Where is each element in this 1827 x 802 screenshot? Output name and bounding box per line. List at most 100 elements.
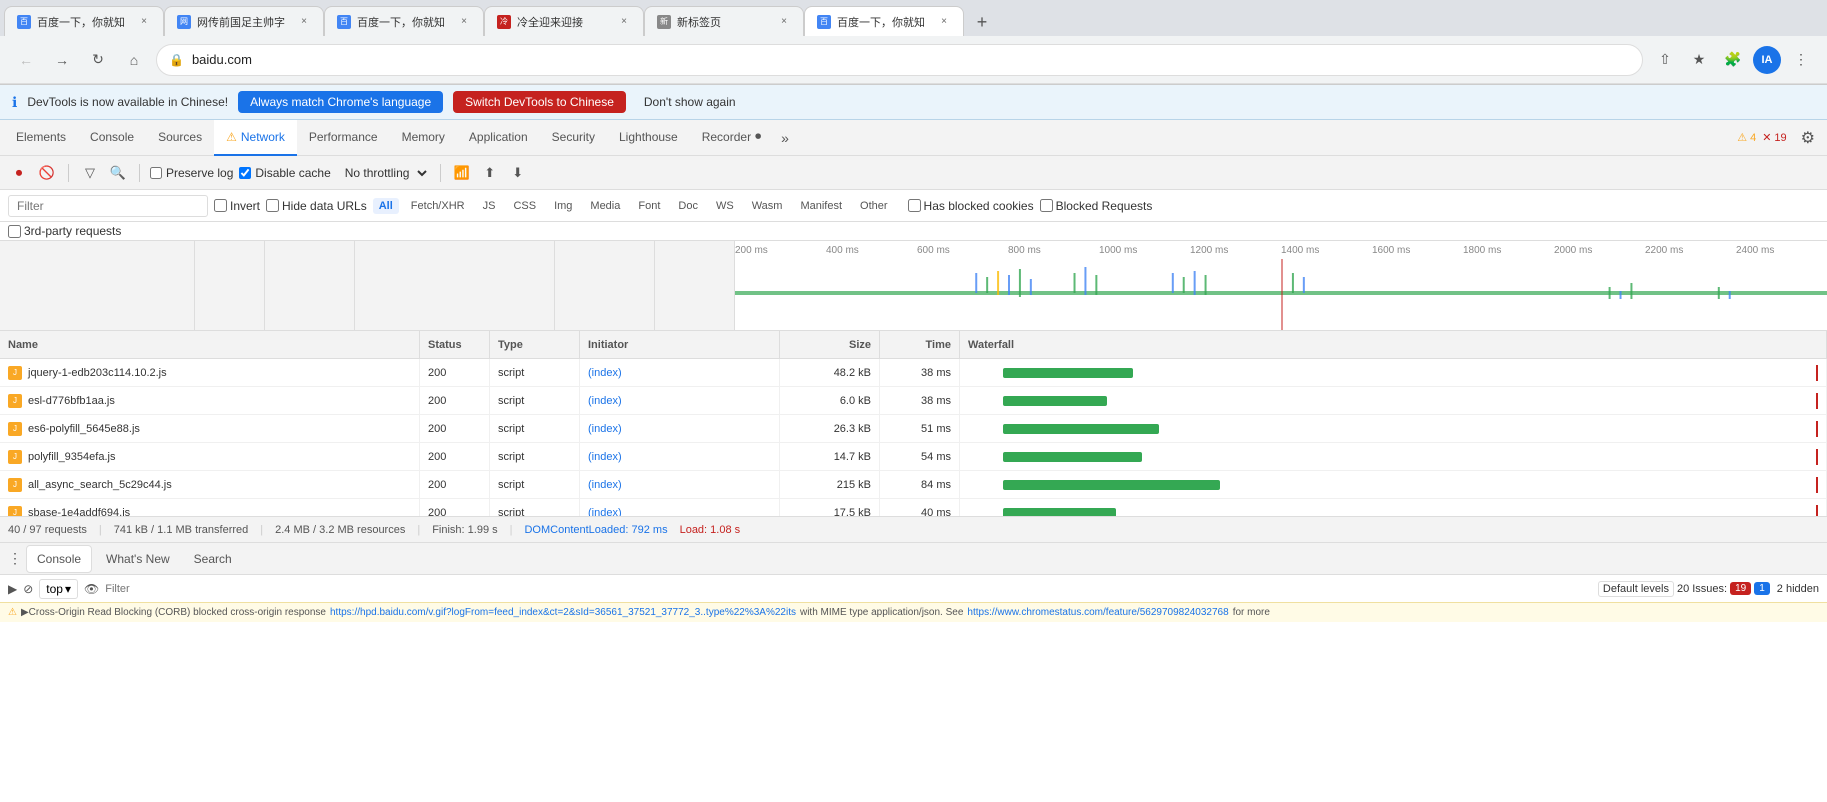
forward-button[interactable]: → xyxy=(48,46,76,74)
reload-button[interactable]: ↻ xyxy=(84,46,112,74)
browser-tab-4[interactable]: 冷 冷全迎来迎接 × xyxy=(484,6,644,36)
bottom-tab-whats-new[interactable]: What's New xyxy=(96,545,180,573)
tab-memory[interactable]: Memory xyxy=(390,120,457,156)
preserve-log-checkbox[interactable] xyxy=(150,167,162,179)
tab-console[interactable]: Console xyxy=(78,120,146,156)
filter-type-css[interactable]: CSS xyxy=(507,198,542,214)
browser-tab-2[interactable]: 网 网传前国足主帅字 × xyxy=(164,6,324,36)
invert-checkbox-label[interactable]: Invert xyxy=(214,199,260,213)
table-row[interactable]: J es6-polyfill_5645e88.js 200 script (in… xyxy=(0,415,1827,443)
new-tab-button[interactable]: + xyxy=(968,8,996,36)
context-selector[interactable]: top ▾ xyxy=(39,579,78,599)
cell-initiator-0: (index) xyxy=(580,359,780,386)
devtools-settings-button[interactable]: ⚙ xyxy=(1793,128,1823,148)
table-row[interactable]: J sbase-1e4addf694.js 200 script (index)… xyxy=(0,499,1827,516)
load-time: Load: 1.08 s xyxy=(680,524,741,536)
col-header-type[interactable]: Type xyxy=(490,331,580,358)
disable-cache-label[interactable]: Disable cache xyxy=(239,166,330,180)
filter-type-media[interactable]: Media xyxy=(584,198,626,214)
bottom-tab-search[interactable]: Search xyxy=(184,545,242,573)
console-bar: ▶ ⊘ top ▾ 👁 Default levels 20 Issues: 19… xyxy=(0,574,1827,602)
console-link-2[interactable]: https://www.chromestatus.com/feature/562… xyxy=(967,607,1228,618)
console-filter-input[interactable] xyxy=(105,583,1592,595)
clear-button[interactable]: 🚫 xyxy=(36,162,58,184)
export-button[interactable]: ⬇ xyxy=(507,162,529,184)
filter-icon-button[interactable]: ▽ xyxy=(79,162,101,184)
switch-language-button[interactable]: Switch DevTools to Chinese xyxy=(453,91,626,113)
search-button[interactable]: 🔍 xyxy=(107,162,129,184)
has-blocked-cookies-label[interactable]: Has blocked cookies xyxy=(908,199,1034,213)
filter-input[interactable] xyxy=(8,195,208,217)
tab-close-2[interactable]: × xyxy=(297,15,311,29)
import-button[interactable]: ⬆ xyxy=(479,162,501,184)
browser-tab-1[interactable]: 百 百度一下，你就知 × xyxy=(4,6,164,36)
share-button[interactable]: ⇧ xyxy=(1651,46,1679,74)
filter-type-wasm[interactable]: Wasm xyxy=(746,198,789,214)
col-header-name[interactable]: Name xyxy=(0,331,420,358)
more-tabs-button[interactable]: » xyxy=(773,130,797,146)
menu-button[interactable]: ⋮ xyxy=(1787,46,1815,74)
throttle-select[interactable]: No throttling xyxy=(337,163,430,183)
col-header-waterfall[interactable]: Waterfall xyxy=(960,331,1827,358)
filter-type-manifest[interactable]: Manifest xyxy=(794,198,848,214)
third-party-checkbox[interactable] xyxy=(8,225,21,238)
filter-type-js[interactable]: JS xyxy=(477,198,502,214)
tab-close-3[interactable]: × xyxy=(457,15,471,29)
filter-type-font[interactable]: Font xyxy=(632,198,666,214)
browser-tab-5[interactable]: 新 新标签页 × xyxy=(644,6,804,36)
third-party-checkbox-label[interactable]: 3rd-party requests xyxy=(8,224,121,238)
filter-type-other[interactable]: Other xyxy=(854,198,894,214)
table-row[interactable]: J esl-d776bfb1aa.js 200 script (index) 6… xyxy=(0,387,1827,415)
tab-elements[interactable]: Elements xyxy=(4,120,78,156)
hide-data-urls-checkbox[interactable] xyxy=(266,199,279,212)
browser-tab-6[interactable]: 百 百度一下，你就知 × xyxy=(804,6,964,36)
tab-close-5[interactable]: × xyxy=(777,15,791,29)
devtools: ℹ DevTools is now available in Chinese! … xyxy=(0,84,1827,802)
filter-type-fetchxhr[interactable]: Fetch/XHR xyxy=(405,198,471,214)
has-blocked-cookies-checkbox[interactable] xyxy=(908,199,921,212)
default-levels-select[interactable]: Default levels xyxy=(1598,581,1674,597)
tab-lighthouse[interactable]: Lighthouse xyxy=(607,120,690,156)
url-bar[interactable]: 🔒 baidu.com xyxy=(156,44,1643,76)
hide-data-urls-checkbox-label[interactable]: Hide data URLs xyxy=(266,199,367,213)
tab-close-1[interactable]: × xyxy=(137,15,151,29)
bottom-menu-icon[interactable]: ⋮ xyxy=(8,550,22,567)
table-row[interactable]: J polyfill_9354efa.js 200 script (index)… xyxy=(0,443,1827,471)
col-header-time[interactable]: Time xyxy=(880,331,960,358)
tab-network[interactable]: ⚠ Network xyxy=(214,120,297,156)
console-link-1[interactable]: https://hpd.baidu.com/v.gif?logFrom=feed… xyxy=(330,607,796,618)
filter-type-ws[interactable]: WS xyxy=(710,198,740,214)
preserve-log-label[interactable]: Preserve log xyxy=(150,166,233,180)
network-conditions-button[interactable]: 📶 xyxy=(451,162,473,184)
invert-checkbox[interactable] xyxy=(214,199,227,212)
cell-size-4: 215 kB xyxy=(780,471,880,498)
table-row[interactable]: J all_async_search_5c29c44.js 200 script… xyxy=(0,471,1827,499)
disable-cache-checkbox[interactable] xyxy=(239,167,251,179)
profile-button[interactable]: IA xyxy=(1753,46,1781,74)
extensions-button[interactable]: 🧩 xyxy=(1719,46,1747,74)
tab-close-6[interactable]: × xyxy=(937,15,951,29)
col-header-initiator[interactable]: Initiator xyxy=(580,331,780,358)
col-header-status[interactable]: Status xyxy=(420,331,490,358)
browser-tab-3[interactable]: 百 百度一下，你就知 × xyxy=(324,6,484,36)
bottom-tab-console[interactable]: Console xyxy=(26,545,92,573)
blocked-requests-checkbox[interactable] xyxy=(1040,199,1053,212)
table-row[interactable]: J jquery-1-edb203c114.10.2.js 200 script… xyxy=(0,359,1827,387)
filter-type-img[interactable]: Img xyxy=(548,198,578,214)
bookmark-button[interactable]: ★ xyxy=(1685,46,1713,74)
record-button[interactable]: ⏺ xyxy=(8,162,30,184)
tab-application[interactable]: Application xyxy=(457,120,540,156)
tab-sources[interactable]: Sources xyxy=(146,120,214,156)
tab-recorder[interactable]: Recorder ⏺ xyxy=(690,120,773,156)
back-button[interactable]: ← xyxy=(12,46,40,74)
tab-close-4[interactable]: × xyxy=(617,15,631,29)
dont-show-again-button[interactable]: Don't show again xyxy=(636,91,744,113)
filter-type-all[interactable]: All xyxy=(373,198,399,214)
tab-performance[interactable]: Performance xyxy=(297,120,390,156)
filter-type-doc[interactable]: Doc xyxy=(672,198,704,214)
blocked-requests-label[interactable]: Blocked Requests xyxy=(1040,199,1153,213)
match-language-button[interactable]: Always match Chrome's language xyxy=(238,91,443,113)
col-header-size[interactable]: Size xyxy=(780,331,880,358)
home-button[interactable]: ⌂ xyxy=(120,46,148,74)
tab-security[interactable]: Security xyxy=(540,120,607,156)
